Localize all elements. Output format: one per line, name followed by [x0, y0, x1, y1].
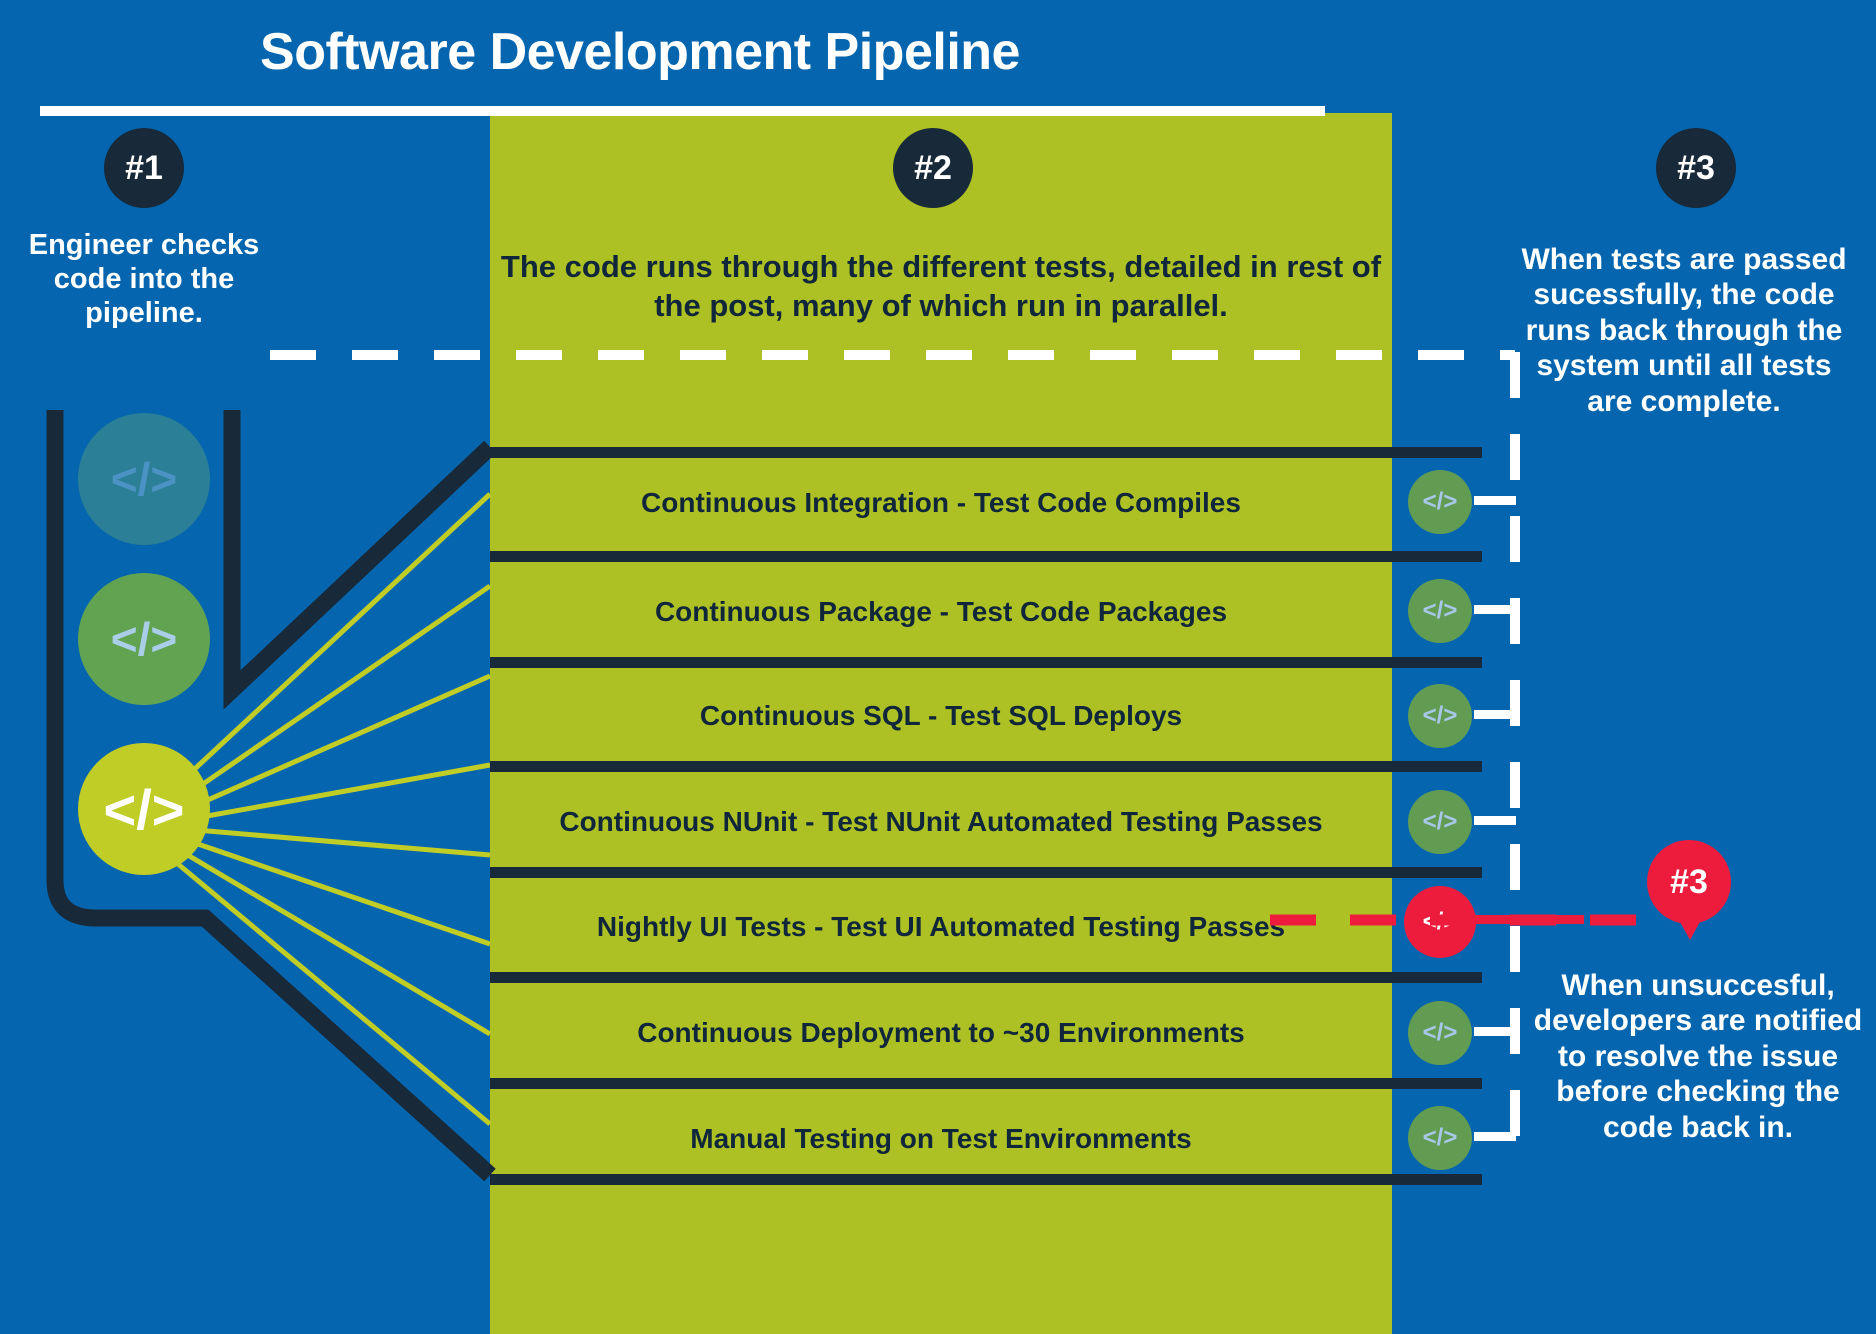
page-title: Software Development Pipeline [260, 23, 1020, 81]
failure-badge-3: #3 [1647, 840, 1731, 940]
step-badge-2: #2 [893, 128, 973, 208]
step-3-success-description: When tests are passed sucessfully, the c… [1521, 243, 1847, 418]
title-divider [40, 106, 1325, 116]
code-icon-teal: </> [78, 413, 210, 545]
step-badge-1: #1 [104, 128, 184, 208]
feedback-tick [1494, 816, 1516, 825]
stage-separator [490, 551, 1482, 562]
feedback-tick [1494, 496, 1516, 505]
step-3-failure-description: When unsuccesful, developers are notifie… [1533, 969, 1863, 1144]
stage-separator [490, 972, 1482, 983]
feedback-tick [1494, 710, 1516, 719]
failure-connector-stub [1474, 915, 1584, 924]
stage-status-icon-pass: </> [1408, 790, 1472, 854]
feedback-tick [1494, 1132, 1516, 1141]
stage-label: Continuous Integration - Test Code Compi… [641, 487, 1241, 518]
stage-label: Continuous Deployment to ~30 Environment… [637, 1017, 1245, 1048]
stage-label: Continuous Package - Test Code Packages [654, 596, 1228, 627]
stage-separator [490, 867, 1482, 878]
stage-status-icon-pass: </> [1408, 470, 1472, 534]
step-badge-3: #3 [1656, 128, 1736, 208]
step-1-description: Engineer checks code into the pipeline. [28, 229, 260, 330]
code-icon-green: </> [78, 573, 210, 705]
stage-status-icon-pass: </> [1408, 579, 1472, 643]
step-2-description: The code runs through the different test… [500, 249, 1382, 323]
stage-label: Continuous SQL - Test SQL Deploys [699, 700, 1183, 731]
stage-status-icon-pass: </> [1408, 1106, 1472, 1170]
code-icon-lime: </> [78, 743, 210, 875]
stage-separator [490, 1078, 1482, 1089]
stage-separator [490, 761, 1482, 772]
stage-label: Continuous NUnit - Test NUnit Automated … [559, 806, 1323, 837]
stage-separator [490, 447, 1482, 458]
stage-status-icon-fail: </> [1404, 886, 1476, 958]
stage-label: Nightly UI Tests - Test UI Automated Tes… [596, 911, 1286, 942]
stage-status-icon-pass: </> [1408, 684, 1472, 748]
stage-separator [490, 657, 1482, 668]
stage-separator [490, 1174, 1482, 1185]
stage-status-icon-pass: </> [1408, 1001, 1472, 1065]
feedback-tick [1494, 1027, 1516, 1036]
feedback-tick [1494, 605, 1516, 614]
infographic-canvas: Software Development Pipeline #1 #2 #3 #… [0, 0, 1876, 1334]
stage-label: Manual Testing on Test Environments [690, 1123, 1192, 1154]
